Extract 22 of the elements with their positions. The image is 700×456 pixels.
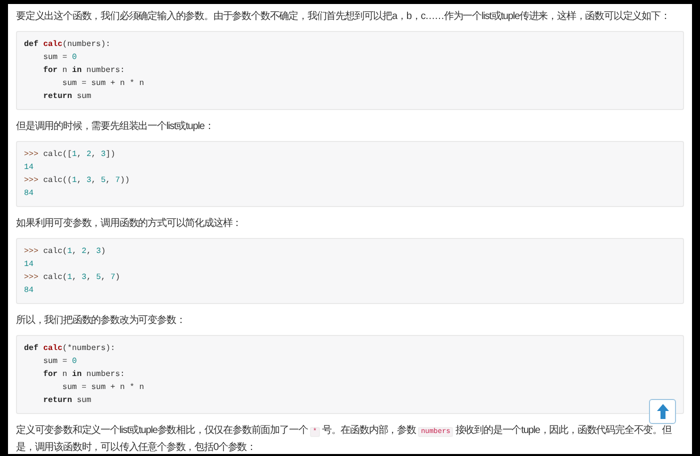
paragraph: 所以，我们把函数的参数改为可变参数： [16,314,186,328]
code-line: sum = 0 [42,52,77,64]
code-line: 14 [24,162,34,174]
code-line: return sum [42,91,92,103]
code-line: sum = 0 [42,356,77,368]
code-line: def calc(*numbers): [24,343,116,355]
code-line: 14 [24,259,34,271]
code-line: for n in numbers: [42,65,125,77]
code-line: >>> calc([1, 2, 3]) [24,149,116,161]
paragraph: 要定义出这个函数，我们必须确定输入的参数。由于参数个数不确定，我们首先想到可以把a，b，c……作为一个list或tuple传进来，这样，函数可以定义如下： [16,10,671,24]
code-line: return sum [42,395,92,407]
code-line: def calc(numbers): [24,39,110,51]
paragraph: 但是调用的时候，需要先组装出一个list或tuple： [16,120,215,134]
code-line: >>> calc(1, 2, 3) [24,246,106,258]
code-line: for n in numbers: [42,369,125,381]
code-line: sum = sum + n * n [61,78,144,90]
code-line: sum = sum + n * n [61,382,144,394]
code-line: 84 [24,188,34,200]
code-line: >>> calc((1, 3, 5, 7)) [24,175,130,187]
code-line: >>> calc(1, 3, 5, 7) [24,272,120,284]
code-line: 84 [24,285,34,297]
paragraph: 如果利用可变参数，调用函数的方式可以简化成这样： [16,216,243,231]
